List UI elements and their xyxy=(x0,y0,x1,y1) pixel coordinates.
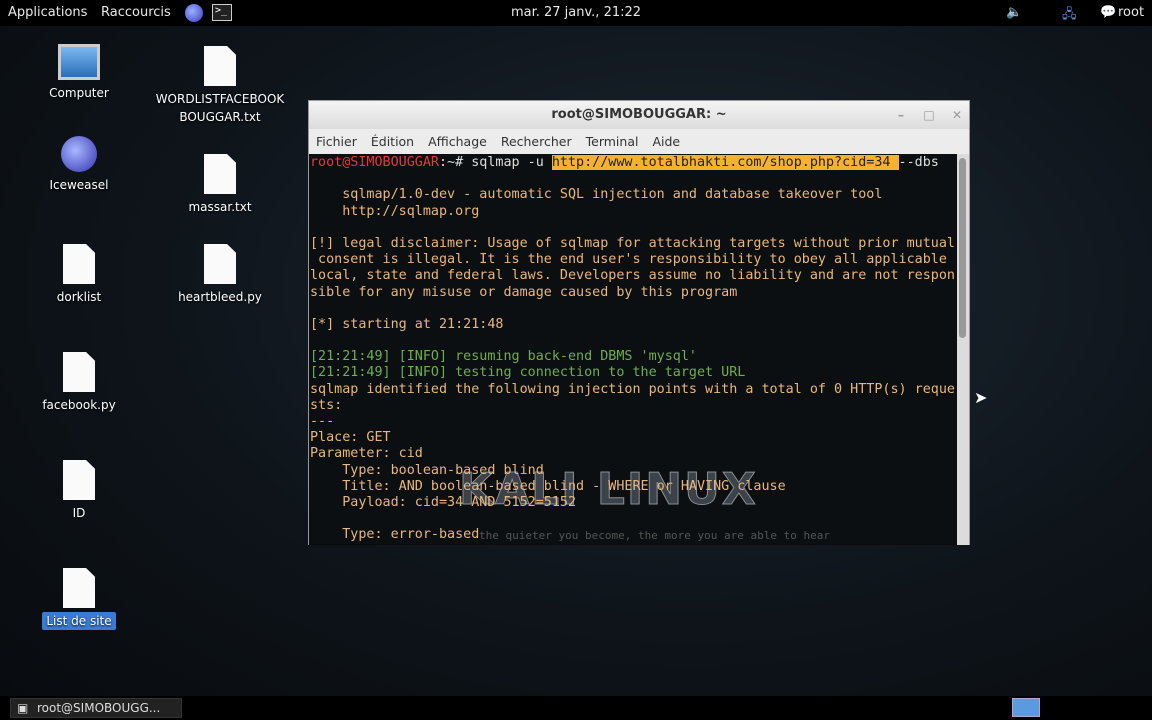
computer-icon xyxy=(58,44,100,80)
terminal-line: --- xyxy=(310,414,335,430)
desktop-icon-list-de-site[interactable]: List de site xyxy=(19,568,139,630)
desktop-icon-massar[interactable]: massar.txt xyxy=(160,154,280,216)
selected-url: http://www.totalbhakti.com/shop.php?cid=… xyxy=(551,155,899,170)
terminal-line: Payload: cid=34 AND 5152=5152 xyxy=(310,494,577,510)
terminal-line: Place: GET xyxy=(310,430,391,446)
mouse-cursor: ➤ xyxy=(974,388,988,407)
desktop-icon-heartbleed[interactable]: heartbleed.py xyxy=(160,244,280,306)
terminal-line: Type: boolean-based blind xyxy=(310,462,544,478)
terminal-line: [*] starting at 21:21:48 xyxy=(310,316,504,332)
scrollbar-thumb[interactable] xyxy=(959,158,966,338)
taskbar-item-terminal[interactable]: ▣ root@SIMOBOUGG... xyxy=(10,698,182,718)
terminal-line: consent is illegal. It is the end user's… xyxy=(310,252,947,268)
top-panel: Applications Raccourcis >_ mar. 27 janv.… xyxy=(0,0,1152,26)
terminal-line: [!] legal disclaimer: Usage of sqlmap fo… xyxy=(310,235,955,251)
window-titlebar[interactable]: root@SIMOBOUGGAR: ~ – □ ✕ xyxy=(309,101,969,129)
desktop-icon-dorklist[interactable]: dorklist xyxy=(19,244,139,306)
terminal-line: sqlmap identified the following injectio… xyxy=(310,381,955,397)
command-args: --dbs xyxy=(898,155,939,170)
terminal-line: Parameter: cid xyxy=(310,446,423,462)
menu-affichage[interactable]: Affichage xyxy=(421,129,494,149)
desktop-icon-facebook-py[interactable]: facebook.py xyxy=(19,352,139,414)
volume-muted-icon[interactable]: 🔈 xyxy=(1006,5,1022,20)
network-icon[interactable]: 🖧 xyxy=(1062,5,1077,27)
terminal-line: Type: error-based xyxy=(310,527,480,543)
workspace-switcher[interactable] xyxy=(1012,698,1040,717)
scrollbar[interactable] xyxy=(957,154,969,545)
terminal-line: http://sqlmap.org xyxy=(310,203,480,219)
user-menu[interactable]: root xyxy=(1118,5,1144,20)
terminal-line: sible for any misuse or damage caused by… xyxy=(310,284,738,300)
chat-icon[interactable]: 💬 xyxy=(1100,5,1116,20)
terminal-output[interactable]: KALI LINUX the quieter you become, the mo… xyxy=(309,154,959,545)
menubar: Fichier Édition Affichage Rechercher Termina… xyxy=(309,129,969,154)
menu-rechercher[interactable]: Rechercher xyxy=(494,129,579,149)
command-line: root@SIMOBOUGGAR:~# sqlmap -u http://www… xyxy=(310,155,959,171)
terminal-line: [21:21:49] [INFO] testing connection to … xyxy=(310,365,746,381)
minimize-button[interactable]: – xyxy=(893,107,909,123)
menu-fichier[interactable]: Fichier xyxy=(309,129,364,149)
desktop-icon-computer[interactable]: Computer xyxy=(19,44,139,102)
desktop-icon-id[interactable]: ID xyxy=(19,460,139,522)
terminal-line: sqlmap/1.0-dev - automatic SQL injection… xyxy=(310,187,883,203)
window-title: root@SIMOBOUGGAR: ~ xyxy=(551,107,727,122)
maximize-button[interactable]: □ xyxy=(921,107,937,123)
file-icon xyxy=(63,244,95,284)
file-icon xyxy=(204,46,236,86)
terminal-line: local, state and federal laws. Developer… xyxy=(310,268,955,284)
file-icon xyxy=(63,460,95,500)
terminal-icon: ▣ xyxy=(17,701,29,715)
terminal-window: root@SIMOBOUGGAR: ~ – □ ✕ Fichier Édition… xyxy=(308,100,970,545)
prompt: root@SIMOBOUGGAR xyxy=(310,155,439,170)
terminal-line: Title: AND boolean-based blind - WHERE o… xyxy=(310,478,786,494)
terminal-line: sts: xyxy=(310,397,343,413)
desktop-icon-iceweasel[interactable]: Iceweasel xyxy=(19,136,139,194)
python-file-icon xyxy=(204,244,236,284)
file-icon xyxy=(204,154,236,194)
python-file-icon xyxy=(63,352,95,392)
menu-terminal[interactable]: Terminal xyxy=(579,129,646,149)
menu-aide[interactable]: Aide xyxy=(645,129,687,149)
bottom-panel: ▣ root@SIMOBOUGG... xyxy=(0,696,1152,720)
terminal-line: [21:21:49] [INFO] resuming back-end DBMS… xyxy=(310,349,697,365)
file-icon xyxy=(63,568,95,608)
taskbar-item-label: root@SIMOBOUGG... xyxy=(37,701,161,715)
menu-edition[interactable]: Édition xyxy=(364,129,421,149)
close-button[interactable]: ✕ xyxy=(949,107,965,123)
clock[interactable]: mar. 27 janv., 21:22 xyxy=(0,5,1152,20)
command: :~# sqlmap -u xyxy=(439,155,552,170)
iceweasel-icon xyxy=(61,136,97,172)
desktop-icon-wordlist[interactable]: WORDLISTFACEBOOKBOUGGAR.txt xyxy=(152,46,288,126)
